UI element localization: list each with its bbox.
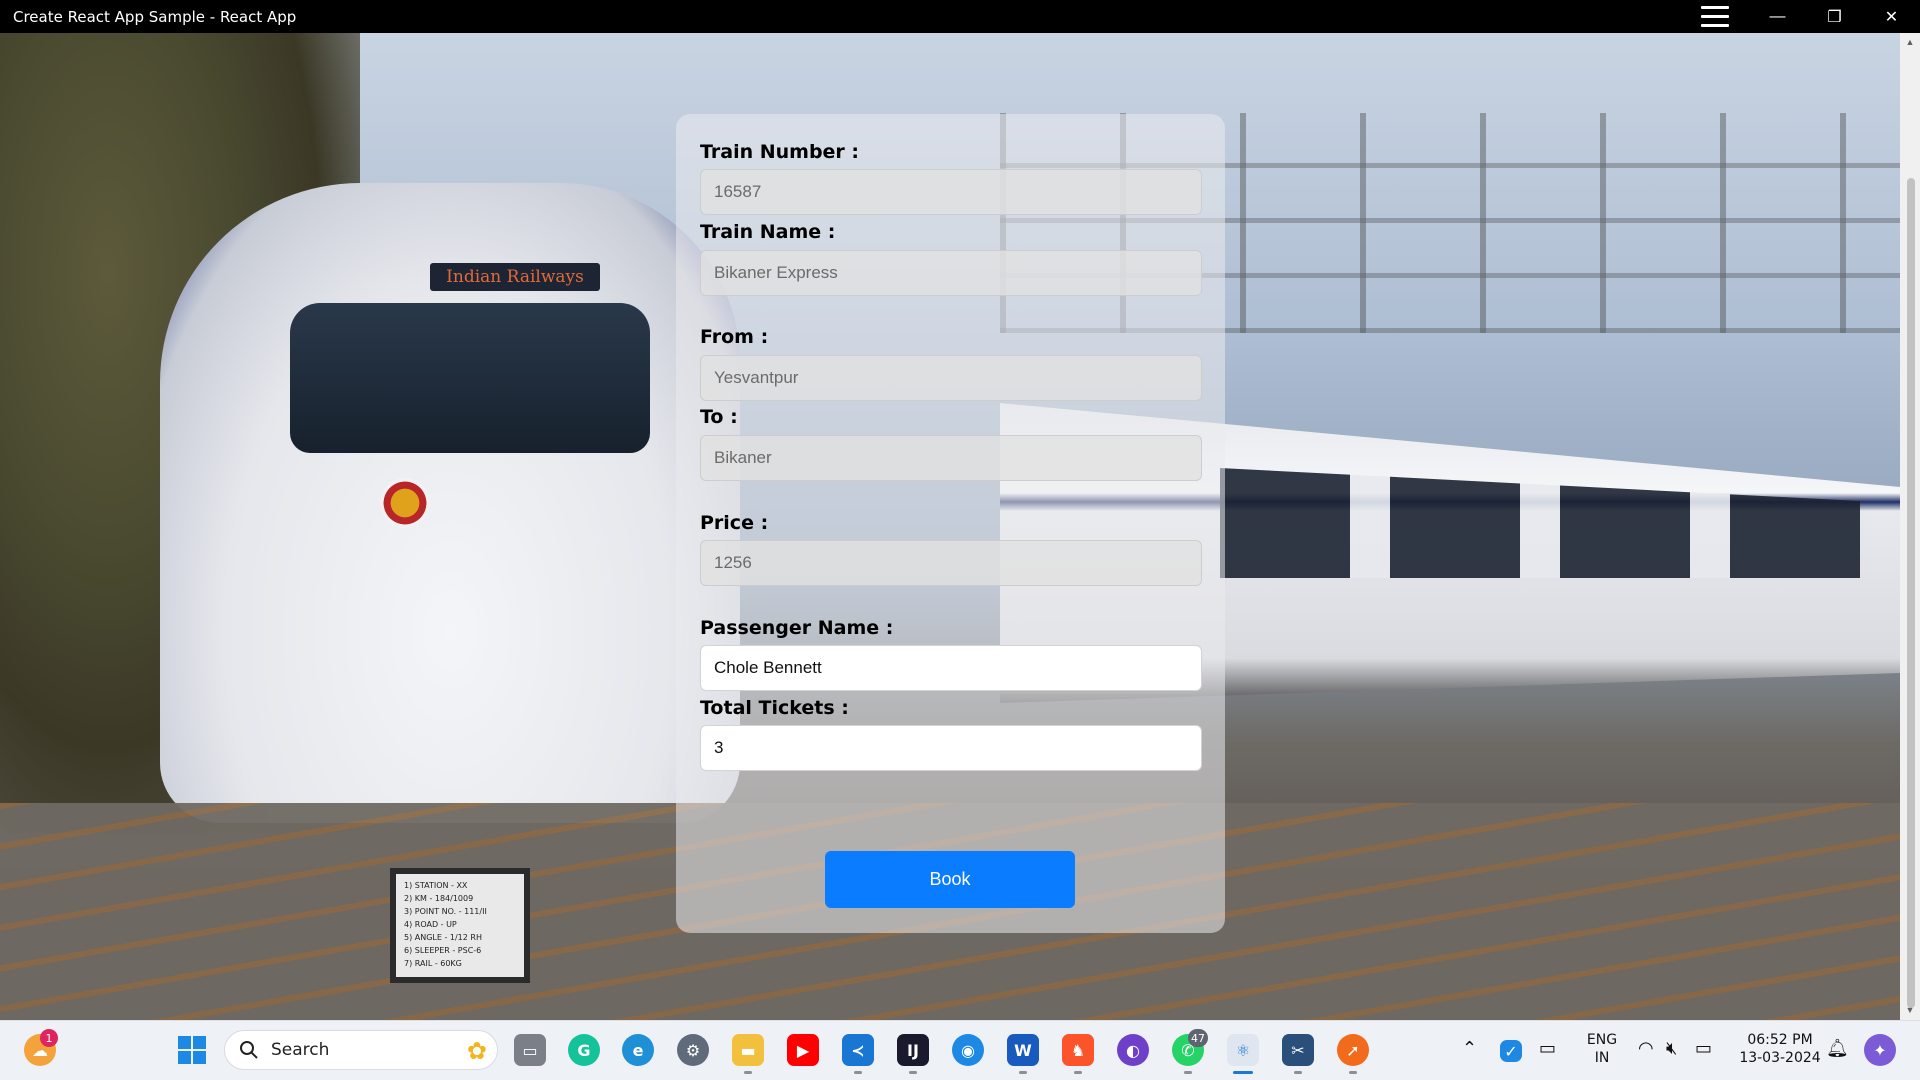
task-view-icon[interactable]: ▭ (514, 1034, 546, 1066)
scroll-up-icon[interactable]: ▲ (1905, 37, 1915, 47)
running-indicator (744, 1071, 752, 1074)
app-viewport: Indian Railways 1) STATION - XX 2) KM - … (0, 33, 1900, 1020)
running-indicator (909, 1071, 917, 1074)
train-windshield-image (290, 303, 650, 453)
clock[interactable]: 06:52 PM 13-03-2024 (1735, 1031, 1825, 1067)
search-highlight-icon: ✿ (466, 1038, 487, 1065)
close-button[interactable]: ✕ (1863, 0, 1920, 33)
language-indicator[interactable]: ENG IN (1582, 1031, 1622, 1067)
window-title: Create React App Sample - React App (13, 7, 297, 26)
volume-muted-icon[interactable]: 🔇︎ (1666, 1040, 1677, 1058)
copilot-icon[interactable]: ✦ (1864, 1034, 1896, 1066)
passenger-name-label: Passenger Name : (700, 617, 894, 639)
scrollbar-thumb[interactable] (1907, 178, 1915, 1008)
price-input[interactable]: 1256 (700, 540, 1202, 586)
postman-icon[interactable]: ➚ (1337, 1034, 1369, 1066)
github-desktop-icon[interactable]: ◐ (1117, 1034, 1149, 1066)
settings-gear-icon[interactable]: ⚙ (677, 1034, 709, 1066)
minimize-button[interactable]: — (1749, 0, 1806, 33)
running-indicator (1019, 1071, 1027, 1074)
file-explorer-icon[interactable]: ▬ (732, 1034, 764, 1066)
signpost-line: 1) STATION - XX (404, 881, 468, 890)
signpost-line: 3) POINT NO. - 111/II (404, 907, 487, 916)
total-tickets-input[interactable]: 3 (700, 725, 1202, 771)
from-label: From : (700, 326, 769, 348)
train-destination-sign: Indian Railways (430, 263, 600, 291)
to-label: To : (700, 406, 738, 428)
booking-form-card: Train Number : 16587 Train Name : Bikane… (676, 114, 1225, 933)
running-indicator (1349, 1071, 1357, 1074)
menu-icon[interactable] (1701, 6, 1729, 28)
to-input[interactable]: Bikaner (700, 435, 1202, 481)
clock-date: 13-03-2024 (1739, 1050, 1821, 1066)
search-icon (240, 1041, 258, 1059)
train-number-input[interactable]: 16587 (700, 169, 1202, 215)
running-indicator (1184, 1071, 1192, 1074)
running-indicator (854, 1071, 862, 1074)
signpost-line: 6) SLEEPER - PSC-6 (404, 946, 482, 955)
train-name-label: Train Name : (700, 221, 836, 243)
show-hidden-icons-chevron-up-icon[interactable]: ⌃ (1462, 1040, 1477, 1058)
grammarly-icon[interactable]: G (568, 1034, 600, 1066)
total-tickets-label: Total Tickets : (700, 697, 849, 719)
battery-icon[interactable]: ▭ (1695, 1040, 1712, 1058)
tablet-mode-icon[interactable]: ▭ (1539, 1040, 1556, 1058)
security-shield-icon[interactable]: ✓ (1500, 1040, 1522, 1062)
railway-emblem-icon (380, 478, 430, 528)
edge-icon[interactable]: e (622, 1034, 654, 1066)
price-label: Price : (700, 512, 769, 534)
signpost-line: 5) ANGLE - 1/12 RH (404, 933, 482, 942)
train-name-input[interactable]: Bikaner Express (700, 250, 1202, 296)
track-signpost: 1) STATION - XX 2) KM - 184/1009 3) POIN… (390, 868, 530, 983)
train-number-label: Train Number : (700, 141, 860, 163)
signpost-line: 4) ROAD - UP (404, 920, 457, 929)
window-title-bar: Create React App Sample - React App — ❐ … (0, 0, 1920, 33)
react-app-icon[interactable]: ⚛ (1227, 1034, 1259, 1066)
running-indicator (1294, 1071, 1302, 1074)
bitwarden-icon[interactable]: ◉ (952, 1034, 984, 1066)
passenger-name-input[interactable]: Chole Bennett (700, 645, 1202, 691)
restore-button[interactable]: ❐ (1806, 0, 1863, 33)
signpost-line: 2) KM - 184/1009 (404, 894, 474, 903)
intellij-icon[interactable]: IJ (897, 1034, 929, 1066)
window-controls: — ❐ ✕ (1749, 0, 1920, 33)
taskbar-search[interactable]: Search ✿ (224, 1030, 498, 1070)
brave-icon[interactable]: ♞ (1062, 1034, 1094, 1066)
active-indicator (1233, 1071, 1253, 1074)
notifications-bell-icon[interactable]: 🔔︎ (1826, 1040, 1849, 1058)
whatsapp-badge: 47 (1188, 1029, 1208, 1047)
from-input[interactable]: Yesvantpur (700, 355, 1202, 401)
weather-badge: 1 (40, 1029, 58, 1047)
vscode-icon[interactable]: ≺ (842, 1034, 874, 1066)
search-label: Search (271, 1040, 330, 1060)
running-indicator (1074, 1071, 1082, 1074)
signpost-line: 7) RAIL - 60KG (404, 959, 462, 968)
youtube-icon[interactable]: ▶ (787, 1034, 819, 1066)
book-button[interactable]: Book (825, 851, 1075, 908)
scroll-down-icon[interactable]: ▼ (1905, 1005, 1915, 1015)
language-line-2: IN (1594, 1050, 1610, 1066)
windows-start-icon[interactable] (176, 1034, 208, 1066)
clock-time: 06:52 PM (1747, 1032, 1813, 1048)
wifi-icon[interactable]: ◠ (1638, 1040, 1654, 1058)
word-icon[interactable]: W (1007, 1034, 1039, 1066)
vertical-scrollbar[interactable]: ▲ ▼ (1900, 33, 1920, 1020)
language-line-1: ENG (1586, 1032, 1618, 1048)
snipping-tool-icon[interactable]: ✂ (1282, 1034, 1314, 1066)
